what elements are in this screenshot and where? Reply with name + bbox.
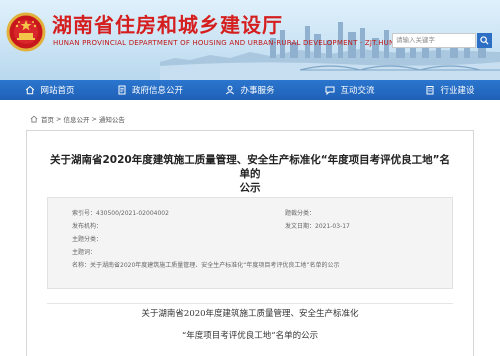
meta-date: 发文日期：2021-03-17 [285,223,350,230]
nav-item-interaction[interactable]: 互动交流 [300,80,400,100]
nav-item-label: 行业建设 [440,86,475,96]
nav-item-info-disclosure[interactable]: 政府信息公开 [100,80,200,100]
nav-item-label: 办事服务 [240,86,275,96]
home-icon [30,115,38,123]
meta-category: 题裁分类： [285,210,316,217]
article-panel: 关于湖南省2020年度建筑施工质量管理、安全生产标准化 “年度项目考评优良工地”名… [26,130,474,356]
nav-item-home[interactable]: 网站首页 [0,80,100,100]
nav-item-industry[interactable]: 行业建设 [400,80,500,100]
document-icon [118,85,126,95]
meta-publisher: 发布机构： [72,223,103,230]
site-subtitle: HUNAN PROVINCIAL DEPARTMENT OF HOUSING A… [53,39,436,47]
nav-item-label: 网站首页 [40,86,75,96]
article-body-title-line: 关于湖南省2020年度建筑施工质量管理、安全生产标准化 [141,309,359,319]
search-icon [480,36,489,45]
article-title-line: 关于湖南省2020年度建筑施工质量管理、安全生产标准化“年度项目考评优良工地”名… [49,154,451,180]
site-banner: 湖南省住房和城乡建设厅 HUNAN PROVINCIAL DEPARTMENT … [0,0,500,80]
breadcrumb-separator: > [91,115,97,123]
breadcrumb-info-disclosure[interactable]: 信息公开 [63,114,89,124]
article-title: 关于湖南省2020年度建筑施工质量管理、安全生产标准化“年度项目考评优良工地”名… [27,153,473,195]
article-title-line: 公示 [239,182,261,194]
article-body-title: 关于湖南省2020年度建筑施工质量管理、安全生产标准化 “年度项目考评优良工地”… [27,307,473,343]
breadcrumb-notices[interactable]: 通知公告 [99,114,125,124]
meta-subject: 主题分类： [72,236,103,243]
nav-item-label: 互动交流 [340,86,375,96]
home-icon [26,85,35,95]
chat-icon [325,86,335,95]
article-body-title-line: “年度项目考评优良工地”名单的公示 [181,331,319,341]
meta-subject-words: 主题词： [72,249,97,256]
meta-index-no: 索引号：430500/2021-02004002 [72,210,169,217]
breadcrumb: 首页 > 信息公开 > 通知公告 [30,114,125,124]
metadata-box: 索引号：430500/2021-02004002 题裁分类： 发布机构： 发文日… [47,197,453,289]
building-icon [426,86,434,95]
divider [47,303,453,304]
meta-name: 名称：关于湖南省2020年度建筑施工质量管理、安全生产标准化“年度项目考评优良工… [72,262,340,269]
service-icon [226,85,235,95]
search-input[interactable]: 请输入关键字 [392,33,476,48]
site-title[interactable]: 湖南省住房和城乡建设厅 [52,9,283,38]
nav-item-label: 政府信息公开 [131,86,183,96]
breadcrumb-home[interactable]: 首页 [41,114,54,124]
main-nav: 网站首页 政府信息公开 办事服务 互动交流 行业建设 [0,80,500,100]
breadcrumb-separator: > [56,115,62,123]
national-emblem-icon [6,12,46,52]
nav-item-services[interactable]: 办事服务 [200,80,300,100]
search-button[interactable] [477,33,492,48]
